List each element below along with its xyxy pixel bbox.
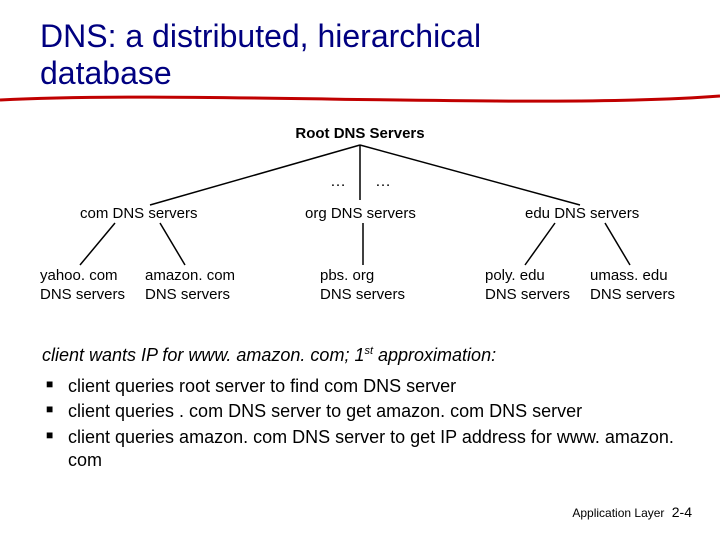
dns-tree-diagram: Root DNS Servers … … com DNS servers org… xyxy=(0,115,720,345)
pbs-line-1: pbs. org xyxy=(320,267,374,284)
lead-after: approximation: xyxy=(373,345,496,365)
root-node: Root DNS Servers xyxy=(295,125,424,142)
umass-line-1: umass. edu xyxy=(590,267,668,284)
yahoo-line-1: yahoo. com xyxy=(40,267,118,284)
pbs-node: pbs. org DNS servers xyxy=(320,267,405,305)
bullet-1: client queries root server to find com D… xyxy=(46,375,676,398)
pbs-line-2: DNS servers xyxy=(320,286,405,303)
amazon-line-2: DNS servers xyxy=(145,286,230,303)
bullet-3: client queries amazon. com DNS server to… xyxy=(46,426,676,473)
amazon-node: amazon. com DNS servers xyxy=(145,267,235,305)
yahoo-line-2: DNS servers xyxy=(40,286,125,303)
slide-footer: Application Layer 2-4 xyxy=(572,504,692,520)
title-line-2: database xyxy=(40,55,172,91)
com-node: com DNS servers xyxy=(80,205,198,224)
slide-title: DNS: a distributed, hierarchical databas… xyxy=(40,18,481,92)
lead-before: client wants IP for www. amazon. com; 1 xyxy=(42,345,364,365)
amazon-line-1: amazon. com xyxy=(145,267,235,284)
edu-node: edu DNS servers xyxy=(525,205,639,224)
tree-edges xyxy=(0,115,720,345)
ellipsis-1: … xyxy=(330,173,346,191)
lead-text: client wants IP for www. amazon. com; 1s… xyxy=(42,345,682,366)
title-line-1: DNS: a distributed, hierarchical xyxy=(40,18,481,54)
org-node: org DNS servers xyxy=(305,205,416,224)
yahoo-node: yahoo. com DNS servers xyxy=(40,267,125,305)
umass-node: umass. edu DNS servers xyxy=(590,267,675,305)
footer-page: 2-4 xyxy=(672,504,692,520)
poly-line-1: poly. edu xyxy=(485,267,545,284)
bullet-list: client queries root server to find com D… xyxy=(46,375,676,475)
lead-sup: st xyxy=(364,345,373,357)
poly-line-2: DNS servers xyxy=(485,286,570,303)
umass-line-2: DNS servers xyxy=(590,286,675,303)
ellipsis-2: … xyxy=(375,173,391,191)
bullet-2: client queries . com DNS server to get a… xyxy=(46,400,676,423)
footer-label: Application Layer xyxy=(572,506,664,520)
poly-node: poly. edu DNS servers xyxy=(485,267,570,305)
